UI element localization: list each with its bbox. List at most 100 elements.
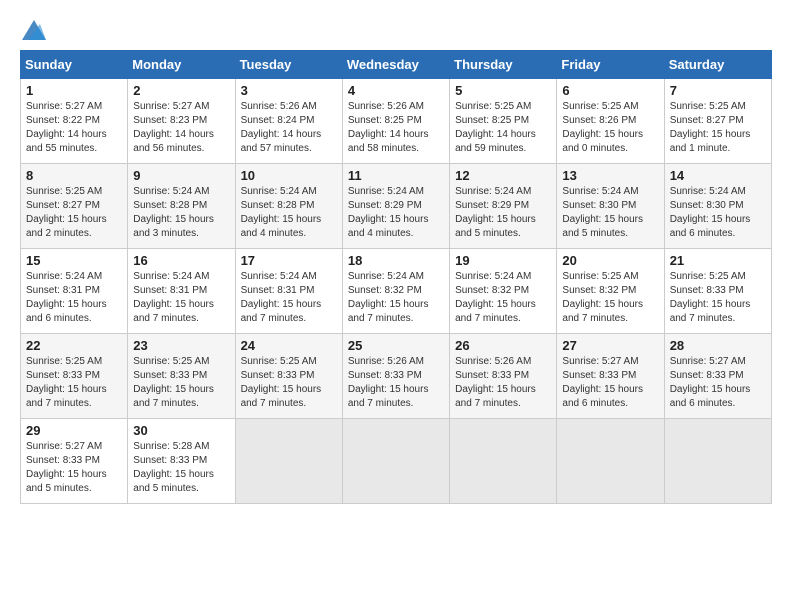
daylight-label: Daylight: 14 hours and 57 minutes. [241,129,322,154]
day-number: 14 [670,168,766,183]
sunset-label: Sunset: 8:33 PM [455,370,529,381]
daylight-label: Daylight: 15 hours and 6 minutes. [562,384,643,409]
sunrise-label: Sunrise: 5:27 AM [26,101,102,112]
day-number: 27 [562,338,658,353]
calendar-cell-9: 9 Sunrise: 5:24 AM Sunset: 8:28 PM Dayli… [128,164,235,249]
day-number: 7 [670,83,766,98]
day-number: 21 [670,253,766,268]
day-number: 8 [26,168,122,183]
daylight-label: Daylight: 14 hours and 56 minutes. [133,129,214,154]
day-number: 19 [455,253,551,268]
day-info: Sunrise: 5:24 AM Sunset: 8:30 PM Dayligh… [562,185,658,241]
sunrise-label: Sunrise: 5:24 AM [133,271,209,282]
sunset-label: Sunset: 8:32 PM [455,285,529,296]
sunset-label: Sunset: 8:33 PM [562,370,636,381]
daylight-label: Daylight: 15 hours and 7 minutes. [670,299,751,324]
calendar-cell-8: 8 Sunrise: 5:25 AM Sunset: 8:27 PM Dayli… [21,164,128,249]
day-number: 26 [455,338,551,353]
sunset-label: Sunset: 8:29 PM [348,200,422,211]
day-info: Sunrise: 5:24 AM Sunset: 8:28 PM Dayligh… [133,185,229,241]
sunset-label: Sunset: 8:31 PM [26,285,100,296]
calendar-cell-30: 30 Sunrise: 5:28 AM Sunset: 8:33 PM Dayl… [128,419,235,504]
sunrise-label: Sunrise: 5:24 AM [348,186,424,197]
sunrise-label: Sunrise: 5:25 AM [670,271,746,282]
day-info: Sunrise: 5:24 AM Sunset: 8:32 PM Dayligh… [455,270,551,326]
calendar-week-2: 8 Sunrise: 5:25 AM Sunset: 8:27 PM Dayli… [21,164,772,249]
day-number: 22 [26,338,122,353]
sunrise-label: Sunrise: 5:27 AM [562,356,638,367]
sunrise-label: Sunrise: 5:24 AM [562,186,638,197]
day-info: Sunrise: 5:25 AM Sunset: 8:33 PM Dayligh… [670,270,766,326]
daylight-label: Daylight: 15 hours and 6 minutes. [670,384,751,409]
sunset-label: Sunset: 8:25 PM [348,115,422,126]
calendar-cell-21: 21 Sunrise: 5:25 AM Sunset: 8:33 PM Dayl… [664,249,771,334]
calendar-cell-6: 6 Sunrise: 5:25 AM Sunset: 8:26 PM Dayli… [557,79,664,164]
sunrise-label: Sunrise: 5:24 AM [455,271,531,282]
logo-icon [22,20,46,40]
day-info: Sunrise: 5:25 AM Sunset: 8:33 PM Dayligh… [133,355,229,411]
day-info: Sunrise: 5:27 AM Sunset: 8:33 PM Dayligh… [562,355,658,411]
sunrise-label: Sunrise: 5:26 AM [348,101,424,112]
daylight-label: Daylight: 15 hours and 6 minutes. [26,299,107,324]
header-tuesday: Tuesday [235,51,342,79]
daylight-label: Daylight: 15 hours and 7 minutes. [455,299,536,324]
day-number: 13 [562,168,658,183]
sunset-label: Sunset: 8:33 PM [670,285,744,296]
day-number: 11 [348,168,444,183]
calendar-cell-5: 5 Sunrise: 5:25 AM Sunset: 8:25 PM Dayli… [450,79,557,164]
sunset-label: Sunset: 8:30 PM [670,200,744,211]
day-info: Sunrise: 5:24 AM Sunset: 8:29 PM Dayligh… [455,185,551,241]
day-info: Sunrise: 5:27 AM Sunset: 8:22 PM Dayligh… [26,100,122,156]
day-number: 5 [455,83,551,98]
sunset-label: Sunset: 8:33 PM [348,370,422,381]
day-info: Sunrise: 5:27 AM Sunset: 8:23 PM Dayligh… [133,100,229,156]
day-number: 15 [26,253,122,268]
sunrise-label: Sunrise: 5:24 AM [26,271,102,282]
daylight-label: Daylight: 15 hours and 3 minutes. [133,214,214,239]
sunrise-label: Sunrise: 5:24 AM [241,271,317,282]
day-info: Sunrise: 5:25 AM Sunset: 8:32 PM Dayligh… [562,270,658,326]
sunset-label: Sunset: 8:32 PM [348,285,422,296]
daylight-label: Daylight: 15 hours and 7 minutes. [241,299,322,324]
sunrise-label: Sunrise: 5:25 AM [670,101,746,112]
sunrise-label: Sunrise: 5:26 AM [455,356,531,367]
sunset-label: Sunset: 8:28 PM [241,200,315,211]
sunset-label: Sunset: 8:28 PM [133,200,207,211]
calendar-cell-empty [664,419,771,504]
calendar-cell-28: 28 Sunrise: 5:27 AM Sunset: 8:33 PM Dayl… [664,334,771,419]
daylight-label: Daylight: 15 hours and 7 minutes. [562,299,643,324]
sunset-label: Sunset: 8:33 PM [26,455,100,466]
calendar-cell-3: 3 Sunrise: 5:26 AM Sunset: 8:24 PM Dayli… [235,79,342,164]
calendar-cell-1: 1 Sunrise: 5:27 AM Sunset: 8:22 PM Dayli… [21,79,128,164]
sunrise-label: Sunrise: 5:25 AM [562,101,638,112]
daylight-label: Daylight: 14 hours and 55 minutes. [26,129,107,154]
calendar-cell-empty [235,419,342,504]
calendar-cell-11: 11 Sunrise: 5:24 AM Sunset: 8:29 PM Dayl… [342,164,449,249]
sunrise-label: Sunrise: 5:26 AM [348,356,424,367]
day-number: 16 [133,253,229,268]
calendar-cell-24: 24 Sunrise: 5:25 AM Sunset: 8:33 PM Dayl… [235,334,342,419]
day-info: Sunrise: 5:24 AM Sunset: 8:31 PM Dayligh… [26,270,122,326]
sunrise-label: Sunrise: 5:24 AM [670,186,746,197]
day-number: 20 [562,253,658,268]
day-number: 3 [241,83,337,98]
sunset-label: Sunset: 8:31 PM [133,285,207,296]
header-thursday: Thursday [450,51,557,79]
logo [20,20,46,40]
daylight-label: Daylight: 15 hours and 5 minutes. [26,469,107,494]
header-saturday: Saturday [664,51,771,79]
calendar-cell-10: 10 Sunrise: 5:24 AM Sunset: 8:28 PM Dayl… [235,164,342,249]
sunrise-label: Sunrise: 5:25 AM [241,356,317,367]
calendar-cell-15: 15 Sunrise: 5:24 AM Sunset: 8:31 PM Dayl… [21,249,128,334]
sunset-label: Sunset: 8:24 PM [241,115,315,126]
sunset-label: Sunset: 8:22 PM [26,115,100,126]
day-info: Sunrise: 5:25 AM Sunset: 8:26 PM Dayligh… [562,100,658,156]
sunset-label: Sunset: 8:25 PM [455,115,529,126]
calendar-cell-23: 23 Sunrise: 5:25 AM Sunset: 8:33 PM Dayl… [128,334,235,419]
daylight-label: Daylight: 15 hours and 2 minutes. [26,214,107,239]
sunrise-label: Sunrise: 5:24 AM [348,271,424,282]
sunrise-label: Sunrise: 5:26 AM [241,101,317,112]
calendar-cell-empty [450,419,557,504]
daylight-label: Daylight: 15 hours and 1 minute. [670,129,751,154]
header-wednesday: Wednesday [342,51,449,79]
